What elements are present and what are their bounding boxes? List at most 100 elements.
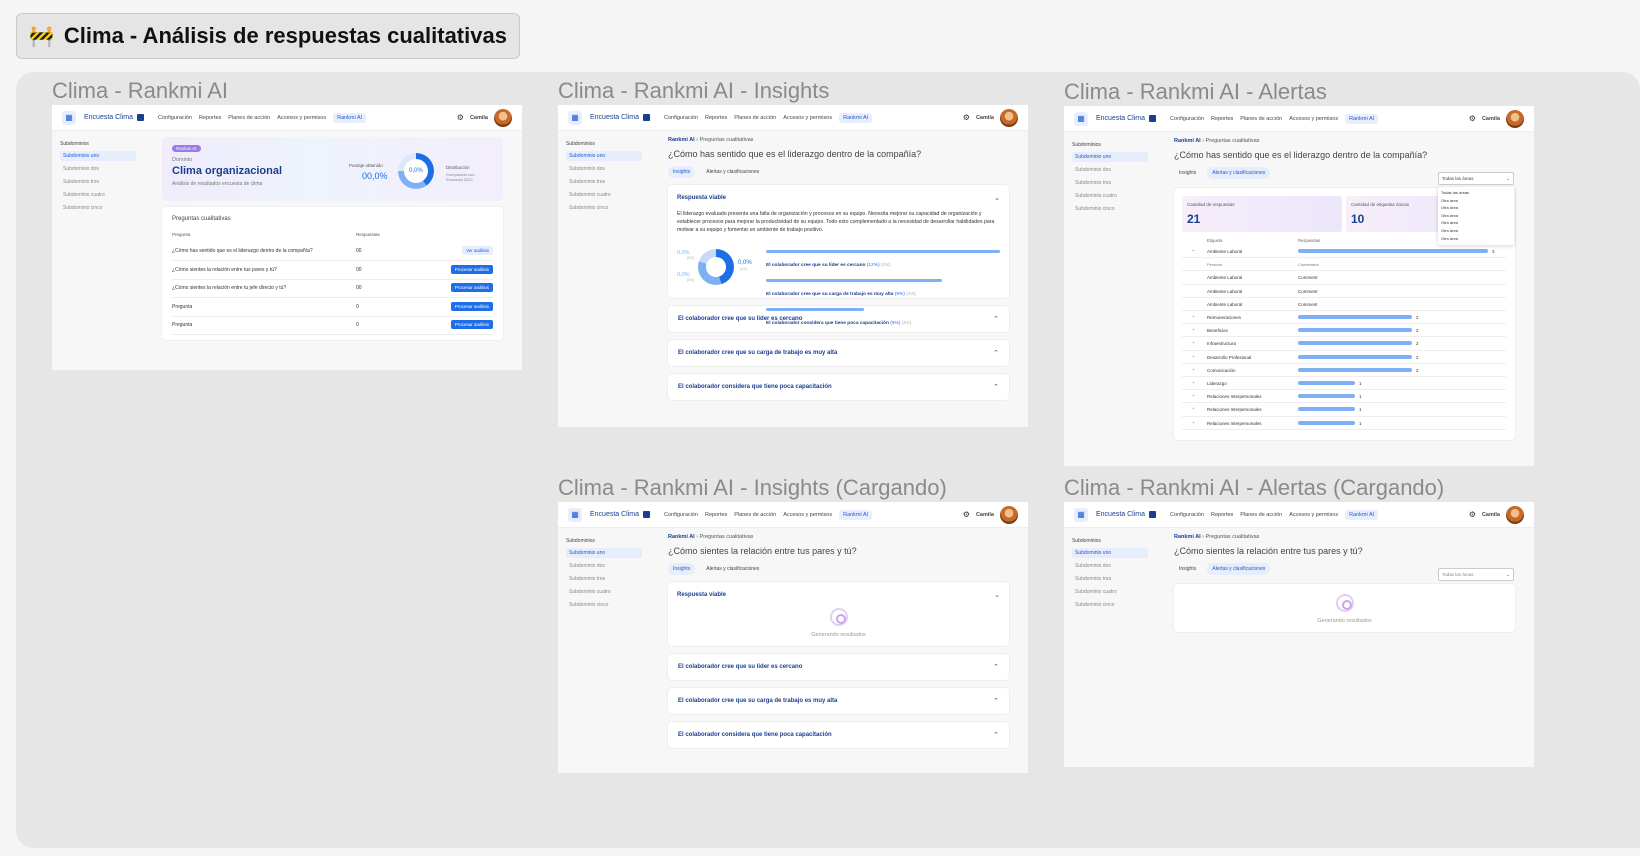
chevron-down-icon[interactable]: ⌄	[994, 591, 1000, 599]
breadcrumb-root[interactable]: Rankmi AI	[1174, 138, 1201, 144]
gear-icon[interactable]: ⚙	[457, 113, 464, 122]
nav-menu-item[interactable]: Rankmi AI	[1345, 113, 1379, 124]
chevron-down-icon[interactable]: ⌄	[994, 194, 1000, 202]
sidebar-item[interactable]: Subdominio uno	[566, 151, 642, 161]
sidebar-item[interactable]: Subdominio uno	[60, 151, 136, 161]
sidebar-item[interactable]: Subdominio uno	[1072, 548, 1148, 558]
sidebar-item[interactable]: Subdominio dos	[566, 164, 642, 174]
sidebar-item[interactable]: Subdominio cinco	[1072, 600, 1148, 610]
tag-row[interactable]: + Liderazgo 1	[1182, 377, 1506, 391]
user-name[interactable]: Camila	[470, 115, 488, 121]
frame-title-alerts[interactable]: Clima - Rankmi AI - Alertas	[1064, 79, 1327, 105]
breadcrumb-root[interactable]: Rankmi AI	[668, 137, 695, 143]
tab-insights[interactable]: Insights	[668, 166, 696, 178]
expand-icon[interactable]: +	[1192, 420, 1195, 425]
process-analysis-button[interactable]: Procesar análisis	[450, 264, 493, 274]
expand-icon[interactable]: +	[1192, 406, 1195, 411]
nav-menu-item[interactable]: Rankmi AI	[1345, 509, 1379, 520]
sidebar-item[interactable]: Subdominio uno	[566, 548, 642, 558]
sidebar-item[interactable]: Subdominio cuatro	[1072, 587, 1148, 597]
nav-menu-item[interactable]: Rankmi AI	[333, 112, 367, 123]
sidebar-item[interactable]: Subdominio uno	[1072, 152, 1148, 162]
expand-icon[interactable]: +	[1192, 393, 1195, 398]
dropdown-option[interactable]: Otra área	[1441, 204, 1511, 212]
sidebar-item[interactable]: Subdominio tres	[60, 177, 136, 187]
app-title[interactable]: Encuesta Clima	[590, 114, 639, 121]
avatar[interactable]	[494, 108, 512, 127]
user-name[interactable]: Camila	[976, 512, 994, 518]
frame-title-overview[interactable]: Clima - Rankmi AI	[52, 78, 228, 104]
sidebar-item[interactable]: Subdominio dos	[1072, 165, 1148, 175]
nav-menu-item[interactable]: Rankmi AI	[839, 509, 873, 520]
accordion-workload[interactable]: El colaborador cree que su carga de trab…	[668, 340, 1009, 366]
gear-icon[interactable]: ⚙	[963, 113, 970, 122]
collapse-icon[interactable]: −	[1192, 248, 1195, 253]
apps-grid-icon[interactable]: ▦	[1074, 507, 1088, 522]
accordion-training[interactable]: El colaborador considera que tiene poca …	[668, 722, 1009, 748]
nav-menu-item[interactable]: Reportes	[1211, 512, 1233, 518]
tag-row[interactable]: + Infraestructura 2	[1182, 337, 1506, 351]
sidebar-item[interactable]: Subdominio cinco	[566, 203, 642, 213]
sidebar-item[interactable]: Subdominio cuatro	[60, 190, 136, 200]
sidebar-item[interactable]: Subdominio cinco	[60, 203, 136, 213]
dropdown-option[interactable]: Otra área	[1441, 227, 1511, 235]
avatar[interactable]	[1000, 505, 1018, 524]
avatar[interactable]	[1000, 108, 1018, 127]
gear-icon[interactable]: ⚙	[963, 510, 970, 519]
user-name[interactable]: Camila	[1482, 116, 1500, 122]
gear-icon[interactable]: ⚙	[1469, 510, 1476, 519]
expand-icon[interactable]: +	[1192, 367, 1195, 372]
nav-menu-item[interactable]: Planes de acción	[734, 115, 776, 121]
sidebar-item[interactable]: Subdominio dos	[1072, 561, 1148, 571]
app-title[interactable]: Encuesta Clima	[84, 114, 133, 121]
tab-alerts[interactable]: Alertas y clasificaciones	[701, 563, 764, 575]
nav-menu-item[interactable]: Accesos y permisos	[1289, 116, 1338, 122]
area-filter-select[interactable]: Todas las áreas ⌄	[1438, 568, 1514, 581]
nav-menu-item[interactable]: Configuración	[664, 512, 698, 518]
tab-insights[interactable]: Insights	[1174, 563, 1201, 575]
tag-row[interactable]: + Relaciones Interpersonales 1	[1182, 403, 1506, 417]
avatar[interactable]	[1506, 505, 1524, 524]
apps-grid-icon[interactable]: ▦	[568, 507, 582, 522]
gear-icon[interactable]: ⚙	[1469, 114, 1476, 123]
nav-menu-item[interactable]: Accesos y permisos	[1289, 512, 1338, 518]
tab-alerts[interactable]: Alertas y clasificaciones	[1207, 563, 1271, 575]
sidebar-item[interactable]: Subdominio tres	[1072, 178, 1148, 188]
accordion-training[interactable]: El colaborador considera que tiene poca …	[668, 374, 1009, 400]
app-title[interactable]: Encuesta Clima	[1096, 115, 1145, 122]
dropdown-option[interactable]: Otra área	[1441, 235, 1511, 243]
breadcrumb-root[interactable]: Rankmi AI	[668, 534, 695, 540]
dropdown-option[interactable]: Todas las áreas	[1441, 189, 1511, 197]
tag-row[interactable]: + Beneficios 2	[1182, 324, 1506, 338]
nav-menu-item[interactable]: Accesos y permisos	[783, 512, 832, 518]
frame-title-insights[interactable]: Clima - Rankmi AI - Insights	[558, 78, 829, 104]
sidebar-item[interactable]: Subdominio tres	[566, 574, 642, 584]
apps-grid-icon[interactable]: ▦	[568, 110, 582, 125]
app-title[interactable]: Encuesta Clima	[590, 511, 639, 518]
user-name[interactable]: Camila	[1482, 512, 1500, 518]
tag-row[interactable]: + Comunicación 2	[1182, 364, 1506, 377]
tag-row[interactable]: + Remuneraciones 2	[1182, 311, 1506, 325]
area-filter-select[interactable]: Todas las áreas ⌄	[1438, 172, 1514, 185]
avatar[interactable]	[1506, 109, 1524, 128]
nav-menu-item[interactable]: Planes de acción	[228, 115, 270, 121]
tab-insights[interactable]: Insights	[1174, 167, 1201, 179]
user-name[interactable]: Camila	[976, 115, 994, 121]
nav-menu-item[interactable]: Reportes	[705, 512, 727, 518]
expand-icon[interactable]: +	[1192, 354, 1195, 359]
breadcrumb-root[interactable]: Rankmi AI	[1174, 534, 1201, 540]
process-analysis-button[interactable]: Procesar análisis	[450, 283, 493, 292]
nav-menu-item[interactable]: Accesos y permisos	[783, 115, 832, 121]
frame-title-insights-loading[interactable]: Clima - Rankmi AI - Insights (Cargando)	[558, 475, 947, 501]
tab-insights[interactable]: Insights	[668, 563, 696, 575]
section-label[interactable]: 🚧 Clima - Análisis de respuestas cualita…	[16, 13, 520, 59]
apps-grid-icon[interactable]: ▦	[1074, 111, 1088, 126]
dropdown-option[interactable]: Otra área	[1441, 212, 1511, 220]
process-analysis-button[interactable]: Procesar análisis	[450, 320, 493, 329]
nav-menu-item[interactable]: Reportes	[705, 115, 727, 121]
tag-row[interactable]: + Relaciones Interpersonales 1	[1182, 390, 1506, 404]
viable-title[interactable]: Respuesta viable	[677, 592, 726, 598]
app-title[interactable]: Encuesta Clima	[1096, 511, 1145, 518]
nav-menu-item[interactable]: Reportes	[1211, 116, 1233, 122]
sidebar-item[interactable]: Subdominio tres	[1072, 574, 1148, 584]
